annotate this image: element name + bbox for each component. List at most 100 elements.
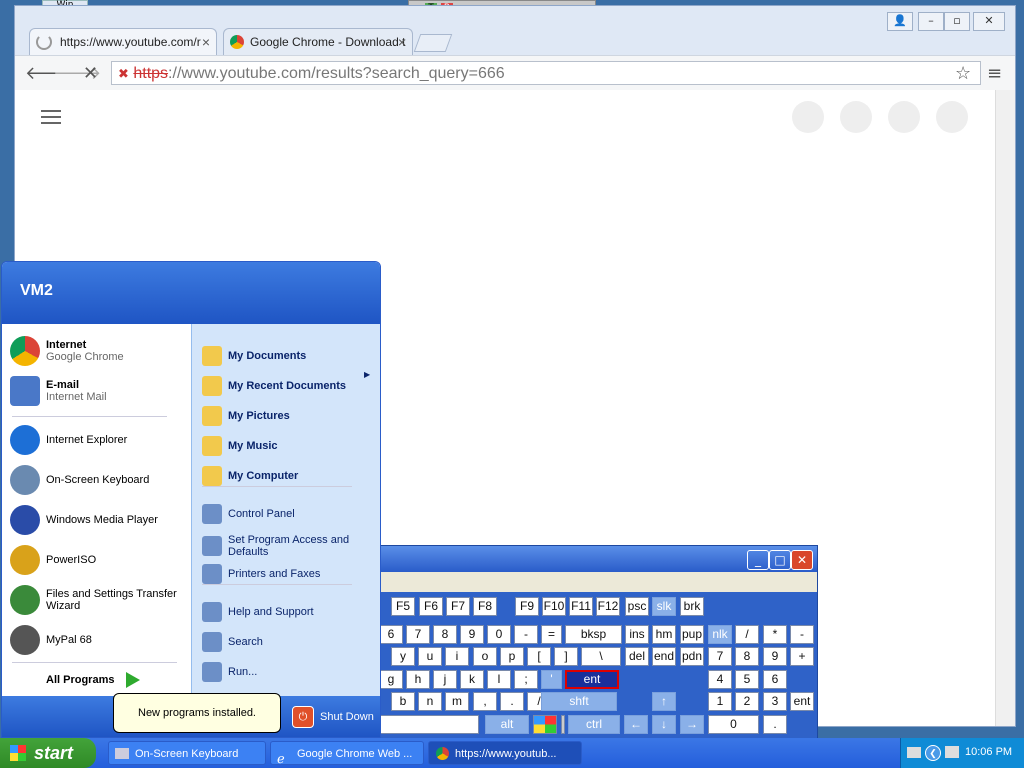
- taskbar-button-youtube[interactable]: https://www.youtub...: [428, 741, 582, 765]
- osk-key[interactable]: j: [433, 670, 457, 689]
- osk-maximize-button[interactable]: □: [769, 550, 791, 570]
- right-menu-item[interactable]: My Music: [202, 436, 362, 456]
- osk-key[interactable]: n: [418, 692, 442, 711]
- recent-program-item[interactable]: Internet Explorer: [10, 425, 182, 455]
- osk-key[interactable]: y: [391, 647, 415, 666]
- taskbar-button-chrome-web[interactable]: ℯ Google Chrome Web ...: [270, 741, 424, 765]
- osk-key[interactable]: F5: [391, 597, 415, 616]
- recent-program-item[interactable]: On-Screen Keyboard: [10, 465, 182, 495]
- osk-key[interactable]: 1: [708, 692, 732, 711]
- right-menu-item[interactable]: Search: [202, 632, 362, 652]
- address-bar[interactable]: ✖ https://www.youtube.com/results?search…: [111, 61, 981, 85]
- osk-key[interactable]: end: [652, 647, 676, 666]
- arrow-down-key[interactable]: ↓: [652, 715, 676, 734]
- windows-key-icon[interactable]: [533, 715, 557, 734]
- osk-key[interactable]: F8: [473, 597, 497, 616]
- right-menu-item[interactable]: Run...: [202, 662, 362, 682]
- osk-key[interactable]: l: [487, 670, 511, 689]
- osk-key[interactable]: slk: [652, 597, 676, 616]
- osk-key[interactable]: \: [581, 647, 621, 666]
- recent-program-item[interactable]: PowerISO: [10, 545, 182, 575]
- osk-key[interactable]: pdn: [680, 647, 704, 666]
- osk-key[interactable]: F6: [419, 597, 443, 616]
- arrow-right-key[interactable]: →: [680, 715, 704, 734]
- osk-key[interactable]: ins: [625, 625, 649, 644]
- osk-key[interactable]: ;: [514, 670, 538, 689]
- osk-key[interactable]: h: [406, 670, 430, 689]
- right-menu-item[interactable]: My Recent Documents: [202, 376, 362, 396]
- all-programs-button[interactable]: All Programs: [46, 672, 141, 688]
- start-button[interactable]: start: [0, 738, 96, 768]
- osk-key[interactable]: /: [735, 625, 759, 644]
- vertical-scrollbar[interactable]: [995, 90, 1015, 726]
- shutdown-button[interactable]: ⏻ Shut Down: [292, 706, 374, 728]
- osk-key[interactable]: pup: [680, 625, 704, 644]
- osk-key[interactable]: [379, 715, 479, 734]
- osk-key[interactable]: psc: [625, 597, 649, 616]
- expand-tray-icon[interactable]: ❮: [925, 745, 941, 761]
- close-tab-icon[interactable]: ×: [202, 34, 210, 50]
- pinned-email[interactable]: E-mail Internet Mail: [10, 376, 107, 406]
- osk-key[interactable]: F7: [446, 597, 470, 616]
- right-menu-item[interactable]: Printers and Faxes: [202, 564, 362, 584]
- osk-key[interactable]: 8: [735, 647, 759, 666]
- osk-key[interactable]: m: [445, 692, 469, 711]
- osk-key[interactable]: =: [541, 625, 562, 644]
- osk-key[interactable]: F9: [515, 597, 539, 616]
- right-menu-item[interactable]: My Documents: [202, 346, 362, 366]
- osk-key[interactable]: del: [625, 647, 649, 666]
- osk-key[interactable]: -: [514, 625, 538, 644]
- osk-key[interactable]: 9: [460, 625, 484, 644]
- osk-key[interactable]: alt: [485, 715, 529, 734]
- osk-key[interactable]: 6: [763, 670, 787, 689]
- osk-key[interactable]: shft: [541, 692, 617, 711]
- right-menu-item[interactable]: My Pictures: [202, 406, 362, 426]
- network-icon[interactable]: [945, 746, 959, 758]
- osk-key[interactable]: 5: [735, 670, 759, 689]
- osk-key[interactable]: +: [790, 647, 814, 666]
- osk-key[interactable]: ]: [554, 647, 578, 666]
- osk-key[interactable]: 0: [708, 715, 759, 734]
- osk-key[interactable]: hm: [652, 625, 676, 644]
- arrow-left-key[interactable]: ←: [624, 715, 648, 734]
- keyboard-tray-icon[interactable]: [907, 747, 921, 758]
- osk-key[interactable]: b: [391, 692, 415, 711]
- hamburger-menu-icon[interactable]: [41, 110, 61, 124]
- bookmark-star-icon[interactable]: ☆: [955, 63, 971, 84]
- osk-key[interactable]: ent: [565, 670, 619, 689]
- osk-key[interactable]: 0: [487, 625, 511, 644]
- osk-key[interactable]: g: [379, 670, 403, 689]
- osk-key[interactable]: 7: [708, 647, 732, 666]
- stop-icon[interactable]: ✕: [83, 63, 98, 84]
- close-button[interactable]: ✕: [973, 12, 1005, 31]
- osk-key[interactable]: 4: [708, 670, 732, 689]
- osk-key[interactable]: k: [460, 670, 484, 689]
- pinned-internet[interactable]: Internet Google Chrome: [10, 336, 124, 366]
- user-icon[interactable]: 👤: [887, 12, 913, 31]
- osk-key[interactable]: F11: [569, 597, 593, 616]
- tab-chrome-download[interactable]: Google Chrome - Download t ×: [223, 28, 413, 55]
- osk-key[interactable]: o: [473, 647, 497, 666]
- osk-key[interactable]: F10: [542, 597, 566, 616]
- osk-key[interactable]: [: [527, 647, 551, 666]
- right-menu-item[interactable]: My Computer: [202, 466, 362, 486]
- recent-program-item[interactable]: MyPal 68: [10, 625, 182, 655]
- osk-key[interactable]: u: [418, 647, 442, 666]
- osk-key[interactable]: p: [500, 647, 524, 666]
- new-tab-button[interactable]: [413, 34, 453, 52]
- taskbar-button-osk[interactable]: On-Screen Keyboard: [108, 741, 266, 765]
- osk-key[interactable]: 6: [379, 625, 403, 644]
- osk-key[interactable]: *: [763, 625, 787, 644]
- osk-key[interactable]: i: [445, 647, 469, 666]
- arrow-up-key[interactable]: ↑: [652, 692, 676, 711]
- menu-key-icon[interactable]: [561, 715, 565, 734]
- osk-key[interactable]: bksp: [565, 625, 622, 644]
- osk-key[interactable]: .: [500, 692, 524, 711]
- osk-key[interactable]: ent: [790, 692, 814, 711]
- recent-program-item[interactable]: Files and Settings Transfer Wizard: [10, 585, 182, 615]
- right-menu-item[interactable]: Control Panel: [202, 504, 362, 524]
- close-tab-icon[interactable]: ×: [398, 34, 406, 50]
- osk-key[interactable]: 8: [433, 625, 457, 644]
- recent-program-item[interactable]: Windows Media Player: [10, 505, 182, 535]
- osk-key[interactable]: ,: [473, 692, 497, 711]
